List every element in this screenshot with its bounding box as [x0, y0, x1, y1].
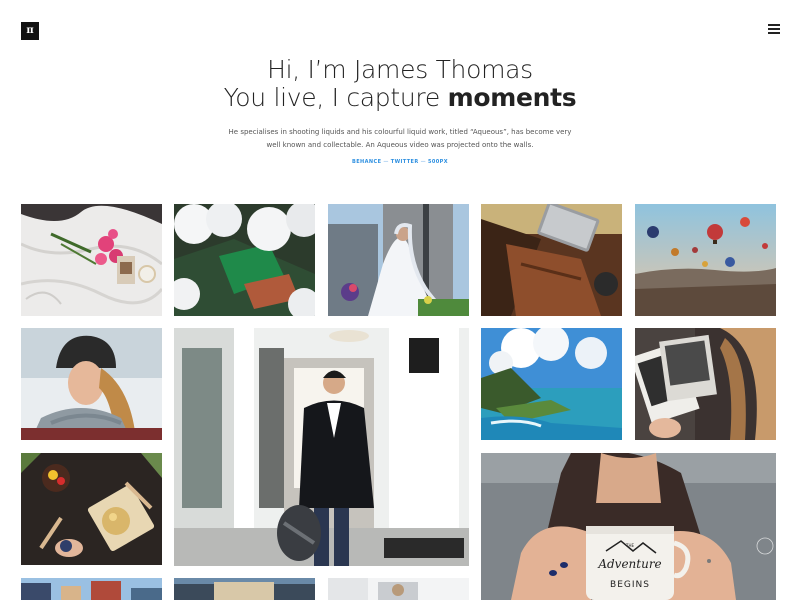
photo-aerial-clouds[interactable]: [174, 204, 315, 316]
photo-food-board[interactable]: [21, 453, 162, 565]
mug-text-adventure: Adventure: [597, 557, 661, 571]
social-links: BEHANCE — TWITTER —500PX: [0, 159, 800, 165]
hamburger-menu-icon[interactable]: [768, 24, 780, 34]
photo-hot-air-balloons[interactable]: [635, 204, 776, 316]
photo-tropical-coast[interactable]: [481, 328, 622, 440]
mug-text-the: THE: [625, 543, 634, 548]
mug-text-begins: BEGINS: [610, 580, 650, 590]
behance-link[interactable]: BEHANCE: [352, 159, 381, 165]
hero-section: Hi, I’m James Thomas You live, I capture…: [0, 55, 800, 166]
photo-photographs-in-hand[interactable]: [635, 328, 776, 440]
photo-adventure-mug[interactable]: THE Adventure BEGINS: [481, 453, 776, 600]
photo-bottom-middle[interactable]: [174, 578, 315, 600]
photo-woman-in-beanie[interactable]: [21, 328, 162, 440]
hero-subtitle: You live, I capture moments: [223, 83, 577, 112]
hero-subtitle-emphasis: moments: [447, 83, 577, 112]
photo-bottom-left[interactable]: [21, 578, 162, 600]
photo-bride[interactable]: [328, 204, 469, 316]
photo-bottom-right[interactable]: [328, 578, 469, 600]
500px-link[interactable]: 500PX: [428, 159, 448, 165]
photo-leather-bag[interactable]: [481, 204, 622, 316]
separator: —: [420, 159, 426, 165]
photo-flowers-on-bed[interactable]: [21, 204, 162, 316]
twitter-link[interactable]: TWITTER: [391, 159, 419, 165]
site-logo[interactable]: π: [21, 22, 39, 40]
hero-description: He specialises in shooting liquids and h…: [228, 128, 572, 149]
separator: —: [383, 159, 389, 165]
hero-title: Hi, I’m James Thomas: [267, 55, 533, 84]
photo-man-with-bag[interactable]: [174, 328, 469, 566]
